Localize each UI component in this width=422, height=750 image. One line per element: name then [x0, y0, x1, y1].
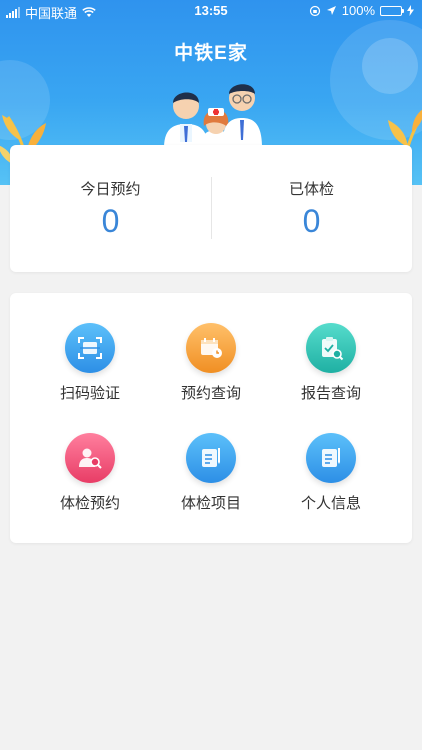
- stat-today-appointments[interactable]: 今日预约 0: [10, 145, 211, 272]
- notebook-icon: [306, 433, 356, 483]
- menu-item-label: 体检项目: [180, 495, 241, 512]
- calendar-icon: [186, 323, 236, 373]
- stats-card: 今日预约 0 已体检 0: [10, 145, 412, 272]
- menu-item-personal-info[interactable]: 个人信息: [271, 433, 391, 513]
- location-icon: [326, 6, 336, 15]
- stat-examined[interactable]: 已体检 0: [211, 145, 412, 272]
- status-bar: 中国联通 13:55 100%: [0, 0, 422, 22]
- orientation-lock-icon: [309, 5, 320, 16]
- stat-label: 已体检: [288, 181, 334, 198]
- page-title: 中铁E家: [174, 43, 248, 64]
- report-search-icon: [306, 323, 356, 373]
- menu-item-label: 扫码验证: [59, 385, 120, 402]
- scan-icon: [65, 323, 115, 373]
- notebook-icon: [186, 433, 236, 483]
- menu-item-exam-appointment[interactable]: 体检预约: [30, 433, 150, 513]
- menu-item-scan-verify[interactable]: 扫码验证: [30, 323, 150, 403]
- menu-item-label: 预约查询: [180, 385, 241, 402]
- stat-value: 0: [101, 203, 120, 239]
- menu-item-label: 个人信息: [300, 495, 361, 512]
- battery-icon: [380, 5, 404, 16]
- menu-item-report-query[interactable]: 报告查询: [271, 323, 391, 403]
- menu-item-appointment-query[interactable]: 预约查询: [151, 323, 271, 403]
- menu-item-label: 报告查询: [300, 385, 361, 402]
- stat-value: 0: [302, 203, 321, 239]
- doctors-illustration: [164, 84, 262, 148]
- person-search-icon: [65, 433, 115, 483]
- charging-icon: [407, 5, 414, 16]
- menu-item-exam-items[interactable]: 体检项目: [151, 433, 271, 513]
- menu-card: 扫码验证 预约查询 报告查询 体检预约 体检项目 个人信息: [10, 293, 412, 543]
- battery-percent: 100%: [341, 3, 375, 18]
- menu-item-label: 体检预约: [59, 495, 120, 512]
- stat-label: 今日预约: [80, 181, 141, 198]
